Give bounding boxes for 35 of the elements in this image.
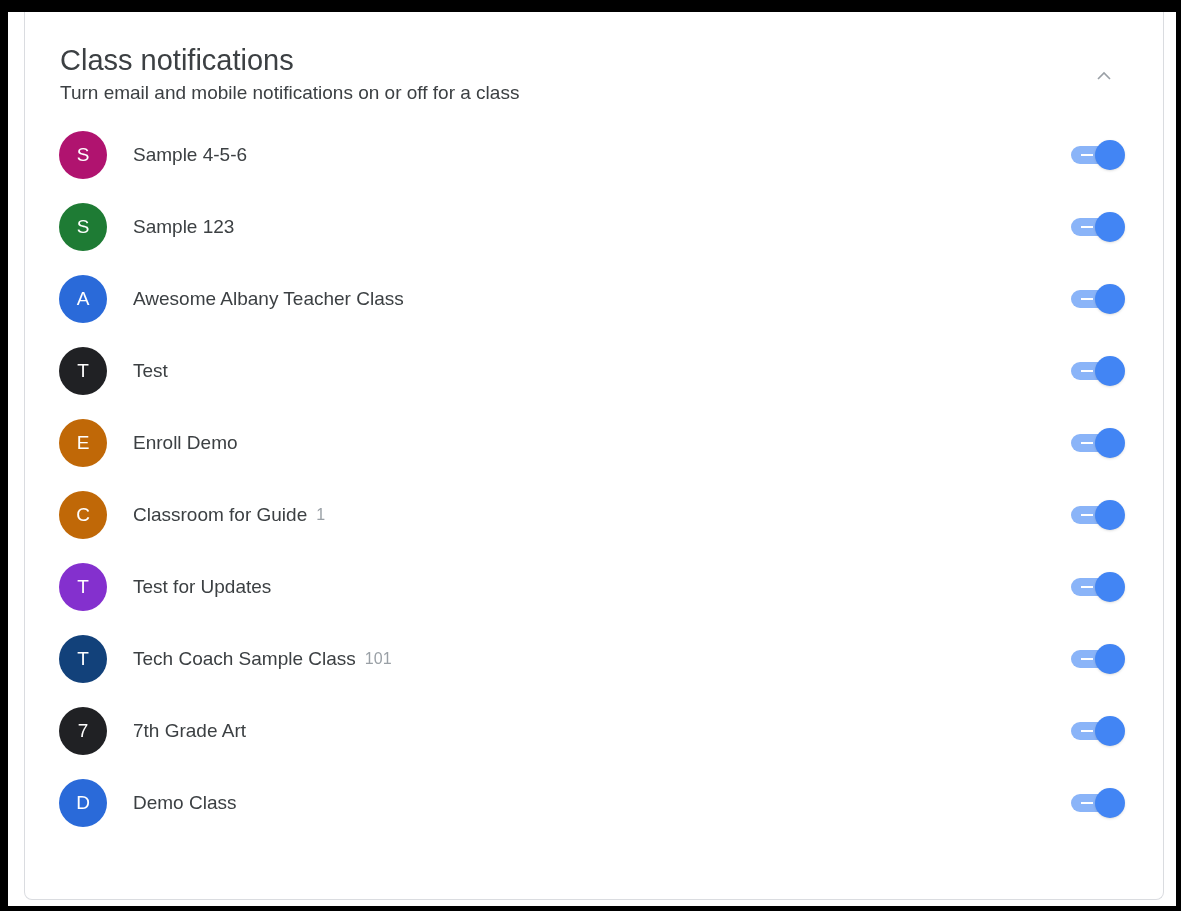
class-section: 101 [364, 647, 392, 671]
class-avatar: T [59, 563, 107, 611]
class-name: Test [133, 358, 168, 383]
card-title: Class notifications [60, 43, 295, 78]
class-name: Test for Updates [133, 574, 272, 599]
notification-toggle[interactable] [1069, 211, 1127, 243]
notification-toggle[interactable] [1069, 355, 1127, 387]
class-avatar: A [59, 275, 107, 323]
class-name: Tech Coach Sample Class [133, 646, 356, 671]
class-name: Awesome Albany Teacher Class [133, 286, 404, 311]
chevron-icon [1095, 70, 1113, 82]
notification-toggle[interactable] [1069, 499, 1127, 531]
class-avatar: D [59, 779, 107, 827]
notification-toggle[interactable] [1069, 643, 1127, 675]
notification-toggle[interactable] [1069, 715, 1127, 747]
class-name: Classroom for Guide [133, 502, 308, 527]
class-avatar: S [59, 203, 107, 251]
notification-toggle[interactable] [1069, 571, 1127, 603]
class-name: Demo Class [133, 790, 237, 815]
class-name: 7th Grade Art [133, 718, 246, 743]
notification-toggle[interactable] [1069, 427, 1127, 459]
notification-toggle[interactable] [1069, 787, 1127, 819]
card-subtitle: Turn email and mobile notifications on or off for a class [60, 81, 521, 105]
class-avatar: C [59, 491, 107, 539]
class-name: Enroll Demo [133, 430, 238, 455]
class-avatar: T [59, 347, 107, 395]
class-name: Sample 4-5-6 [133, 142, 248, 167]
notification-toggle[interactable] [1069, 283, 1127, 315]
class-section: 1 [316, 503, 326, 527]
class-name: Sample 123 [133, 214, 235, 239]
class-avatar: T [59, 635, 107, 683]
class-avatar: E [59, 419, 107, 467]
notification-toggle[interactable] [1069, 139, 1127, 171]
class-avatar: S [59, 131, 107, 179]
class-avatar: 7 [59, 707, 107, 755]
